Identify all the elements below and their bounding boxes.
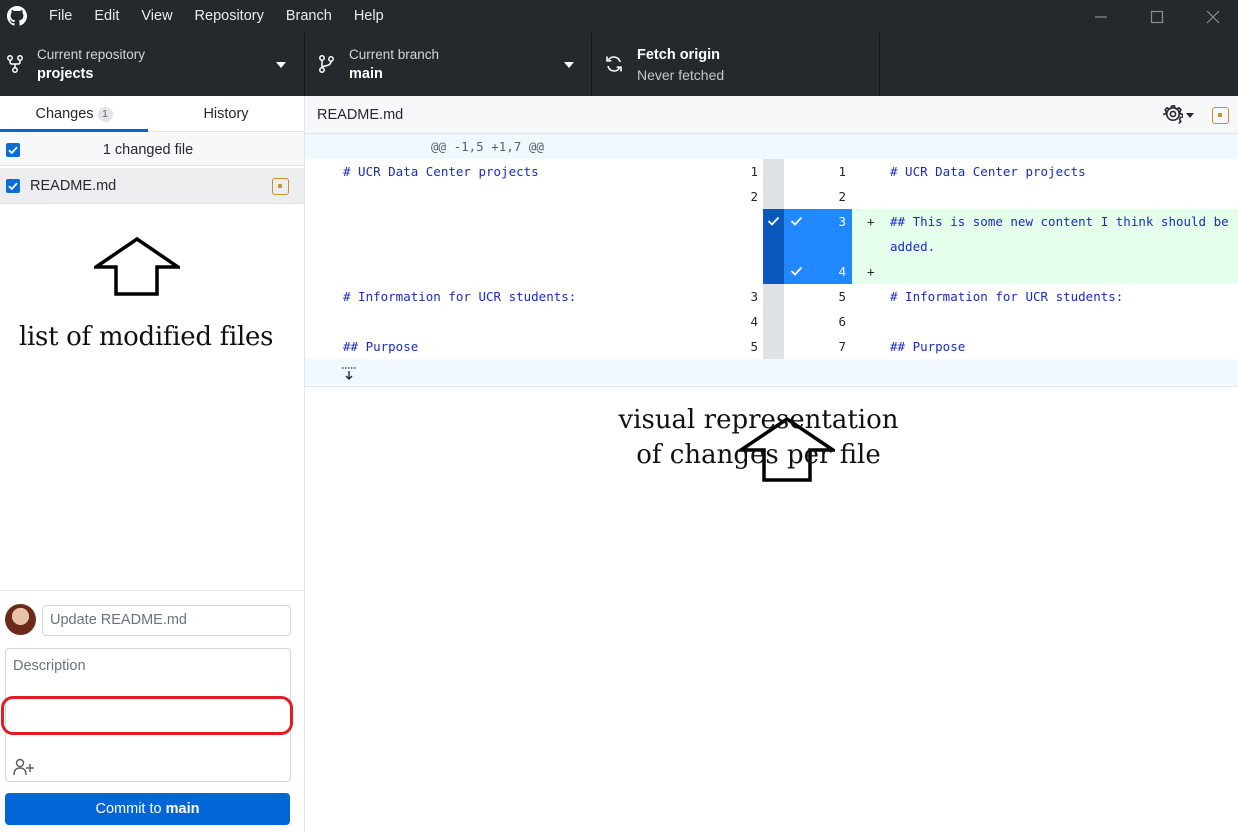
sidebar-tabs: Changes 1 History xyxy=(0,96,304,132)
up-arrow-annotation-icon xyxy=(94,236,180,296)
diff-right-code: added. xyxy=(890,239,936,254)
diff-row: # UCR Data Center projects 1 1 # UCR Dat… xyxy=(305,159,1238,184)
title-bar: File Edit View Repository Branch Help xyxy=(0,0,1238,33)
diff-right-code: # UCR Data Center projects xyxy=(890,164,1086,179)
branch-icon xyxy=(319,55,334,73)
file-modified-icon xyxy=(1212,107,1229,124)
branch-label: Current branch xyxy=(349,47,440,62)
repo-name: projects xyxy=(37,66,94,82)
diff-left-line-number: 3 xyxy=(750,289,758,304)
diff-row-added[interactable]: 3 + ## This is some new content I think … xyxy=(305,209,1238,234)
commit-button-branch: main xyxy=(165,801,200,817)
diff-left-line-number: 2 xyxy=(750,189,758,204)
commit-panel: Update README.md Description Commit to m… xyxy=(0,590,304,832)
sync-icon xyxy=(606,56,622,72)
chevron-down-icon xyxy=(1186,113,1194,118)
add-coauthor-icon[interactable] xyxy=(13,758,35,776)
expand-context-row[interactable] xyxy=(305,359,1238,387)
description-placeholder: Description xyxy=(13,658,86,674)
diff-left-code: # Information for UCR students: xyxy=(343,289,577,304)
changed-files-header: 1 changed file xyxy=(0,133,304,166)
sidebar: Changes 1 History 1 changed file README.m… xyxy=(0,96,305,832)
annotation-visual-changes: visual representation of changes per fil… xyxy=(305,403,1238,473)
menu-help[interactable]: Help xyxy=(343,0,395,33)
diff-right-line-number: 6 xyxy=(838,314,846,329)
minimize-icon xyxy=(1095,15,1107,18)
chevron-down-icon xyxy=(276,62,286,68)
annotation-line-1: visual representation xyxy=(618,405,899,435)
menu-branch[interactable]: Branch xyxy=(275,0,343,33)
file-name: README.md xyxy=(30,178,117,194)
diff-file-title: README.md xyxy=(317,107,404,123)
repo-icon xyxy=(7,55,23,73)
github-logo-icon xyxy=(7,6,27,26)
diff-left-line-number: 1 xyxy=(750,164,758,179)
file-checkbox[interactable] xyxy=(6,179,20,193)
diff-right-line-number: 2 xyxy=(838,189,846,204)
diff-right-line-number: 3 xyxy=(838,214,846,229)
diff-left-code: ## Purpose xyxy=(343,339,419,354)
commit-button[interactable]: Commit to main xyxy=(5,793,290,825)
menu-edit[interactable]: Edit xyxy=(83,0,130,33)
commit-button-label: Commit to xyxy=(95,801,162,817)
file-list-item[interactable]: README.md xyxy=(0,168,304,204)
commit-summary-input[interactable]: Update README.md xyxy=(42,605,291,636)
diff-left-line-number: 4 xyxy=(750,314,758,329)
tab-history-label: History xyxy=(203,106,249,122)
diff-right-line-number: 4 xyxy=(838,264,846,279)
avatar xyxy=(5,604,36,635)
diff-left-line-number: 5 xyxy=(750,339,758,354)
tab-history[interactable]: History xyxy=(152,96,300,132)
diff-right-line-number: 1 xyxy=(838,164,846,179)
file-modified-icon xyxy=(272,178,289,195)
current-repository-button[interactable]: Current repository projects xyxy=(0,33,305,96)
changes-count-badge: 1 xyxy=(97,107,113,122)
diff-row: 4 6 xyxy=(305,309,1238,334)
added-marker: + xyxy=(867,264,875,279)
diff-right-code: # Information for UCR students: xyxy=(890,289,1124,304)
hunk-header: @@ -1,5 +1,7 @@ xyxy=(305,134,1238,159)
diff-right-code: ## This is some new content I think shou… xyxy=(890,214,1229,229)
close-icon xyxy=(1206,10,1220,23)
annotation-modified-files: list of modified files xyxy=(19,322,274,352)
diff-row: ## Purpose 5 7 ## Purpose xyxy=(305,334,1238,359)
checkmark-icon xyxy=(8,182,18,191)
fetch-status: Never fetched xyxy=(637,67,725,83)
menu-view[interactable]: View xyxy=(130,0,183,33)
checkmark-icon xyxy=(767,216,780,226)
chevron-down-icon xyxy=(564,62,574,68)
changed-file-count: 1 changed file xyxy=(102,142,194,158)
maximize-icon xyxy=(1150,10,1164,23)
diff-row: # Information for UCR students: 3 5 # In… xyxy=(305,284,1238,309)
diff-header: README.md xyxy=(305,96,1238,134)
diff-right-line-number: 7 xyxy=(838,339,846,354)
tab-changes-label: Changes xyxy=(35,106,94,122)
diff-row-added-wrap: added. xyxy=(305,234,1238,259)
toolbar: Current repository projects Current bran… xyxy=(0,33,1238,96)
hunk-header-text: @@ -1,5 +1,7 @@ xyxy=(431,139,544,154)
diff-right-line-number: 5 xyxy=(838,289,846,304)
menu-repository[interactable]: Repository xyxy=(184,0,275,33)
current-branch-button[interactable]: Current branch main xyxy=(305,33,592,96)
gear-icon[interactable] xyxy=(1163,104,1183,124)
maximize-button[interactable] xyxy=(1129,0,1185,33)
commit-description-field[interactable]: Description xyxy=(5,648,291,782)
tab-changes[interactable]: Changes 1 xyxy=(0,96,148,132)
branch-name: main xyxy=(349,66,383,82)
diff-left-code: # UCR Data Center projects xyxy=(343,164,539,179)
menu-file[interactable]: File xyxy=(38,0,83,33)
menu-bar: File Edit View Repository Branch Help xyxy=(38,0,395,33)
expand-down-icon[interactable] xyxy=(341,366,357,382)
repo-label: Current repository xyxy=(37,47,146,62)
minimize-button[interactable] xyxy=(1073,0,1129,33)
added-marker: + xyxy=(867,214,875,229)
fetch-label: Fetch origin xyxy=(637,47,720,63)
fetch-origin-button[interactable]: Fetch origin Never fetched xyxy=(592,33,880,96)
diff-row-added[interactable]: 4 + xyxy=(305,259,1238,284)
diff-right-code: ## Purpose xyxy=(890,339,966,354)
annotation-line-2: of changes per file xyxy=(636,440,881,470)
close-button[interactable] xyxy=(1185,0,1238,33)
diff-row: 2 2 xyxy=(305,184,1238,209)
